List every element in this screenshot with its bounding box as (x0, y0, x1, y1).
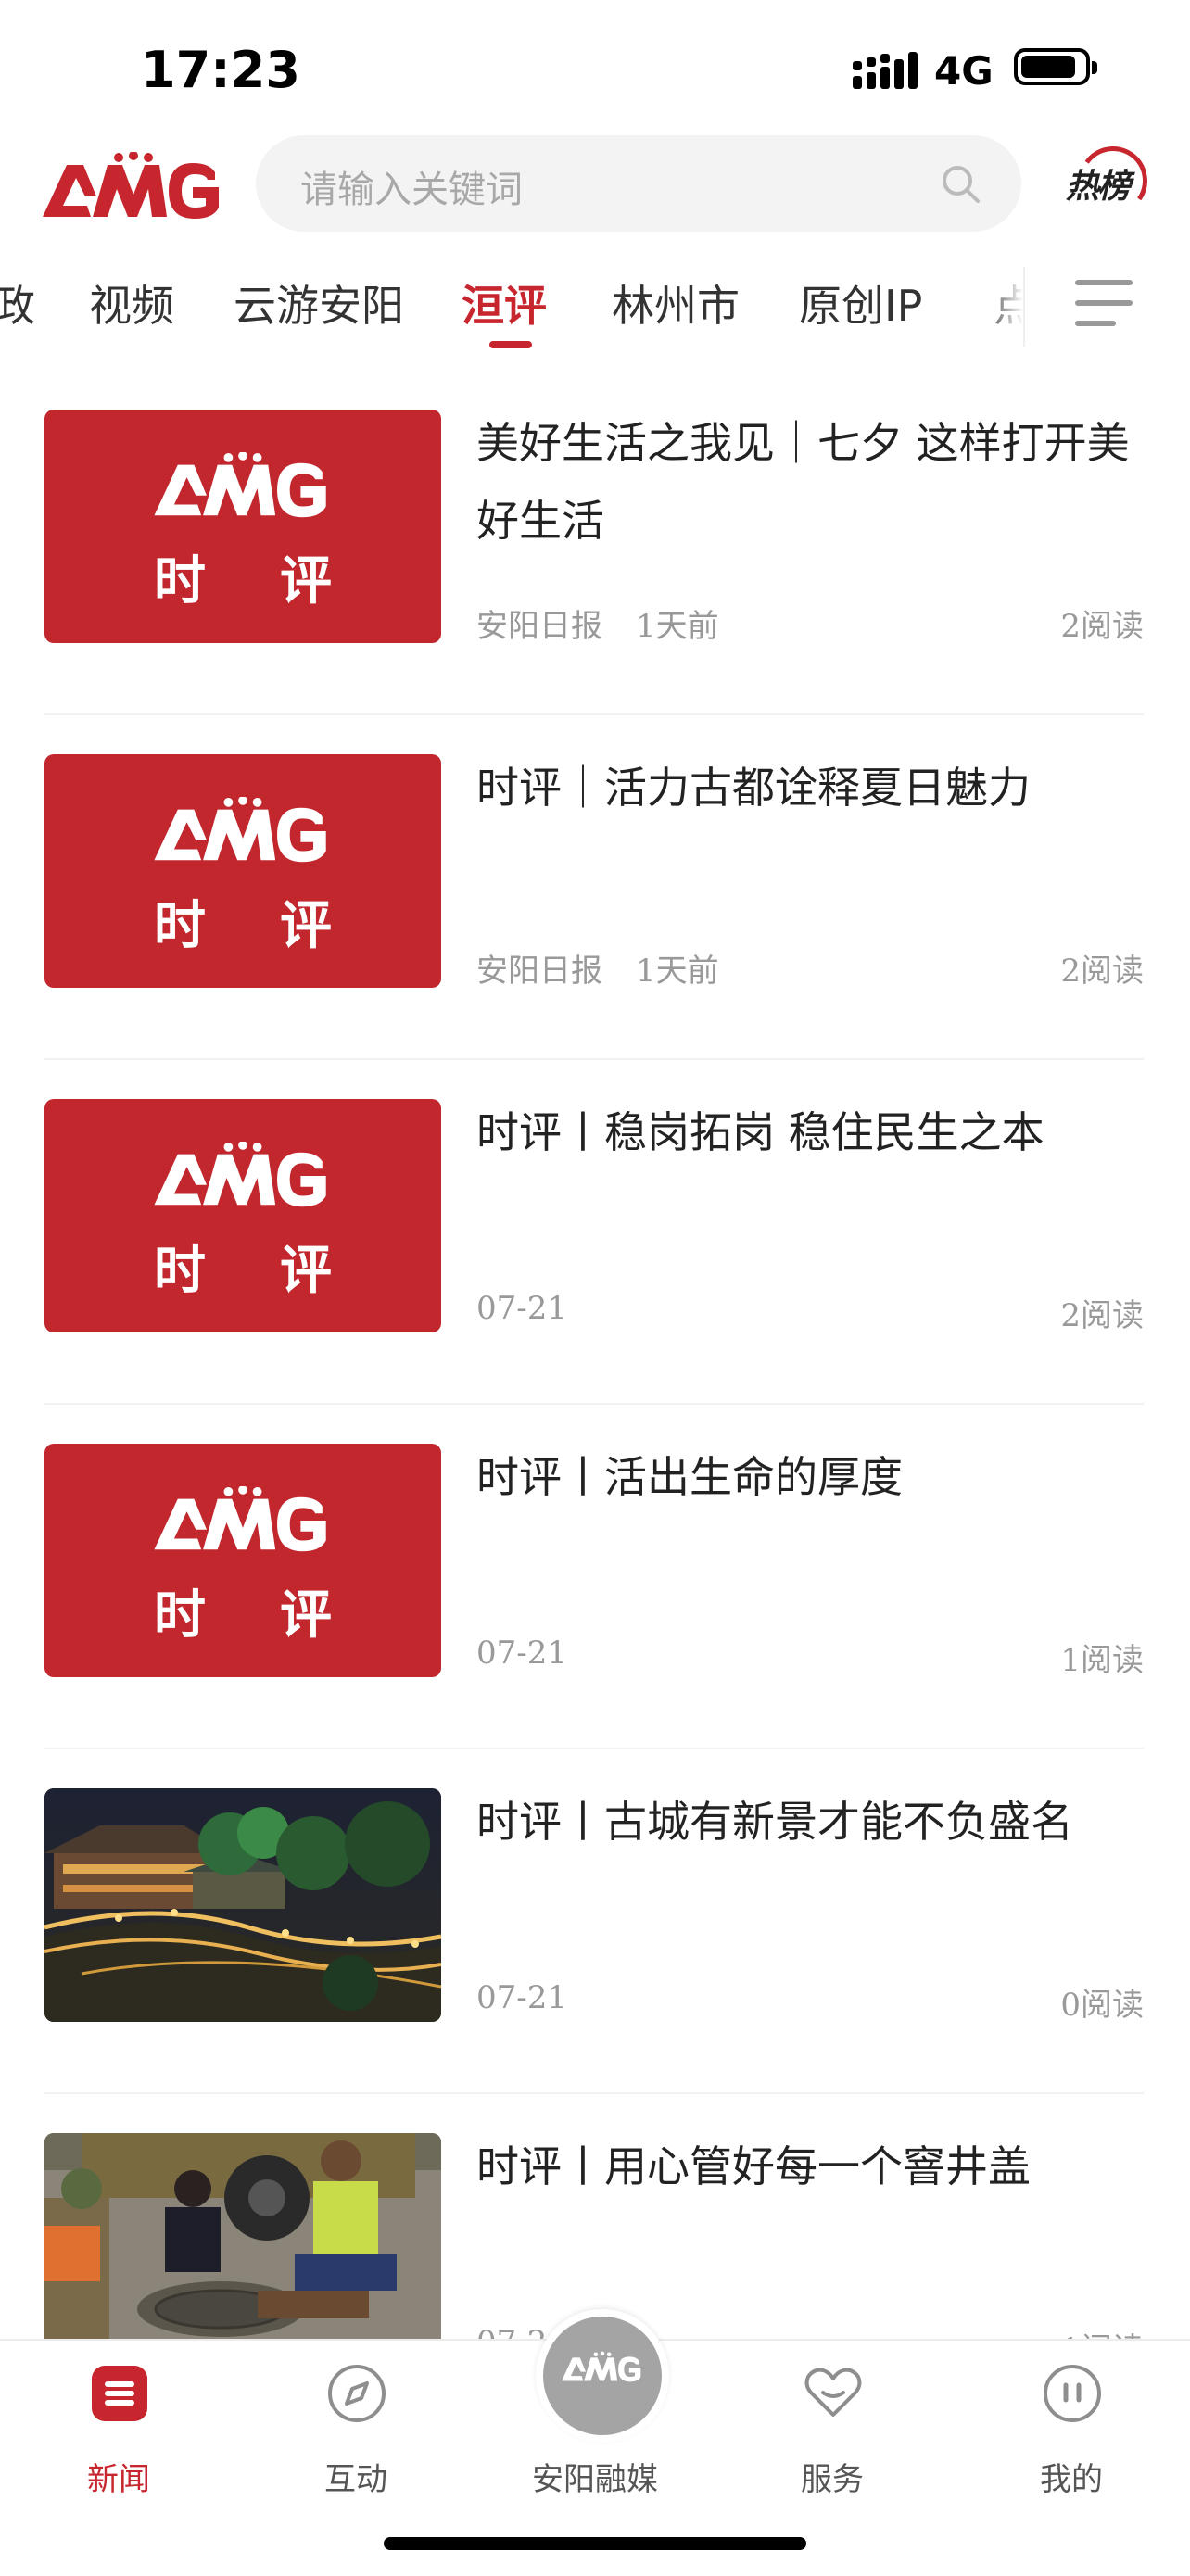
tab-original-ip[interactable]: 原创IP (799, 272, 922, 334)
tab-fade (982, 250, 1023, 371)
compass-icon (328, 2365, 386, 2422)
news-read-count: 0阅读 (1060, 1987, 1144, 2024)
tab-cloud-tour[interactable]: 云游安阳 (234, 272, 404, 334)
news-title[interactable]: 时评丨活出生命的厚度 (476, 1438, 1144, 1516)
news-meta: 07-21 (476, 1635, 567, 1672)
news-meta: 07-21 (476, 1290, 567, 1327)
news-source: 安阳日报 (476, 953, 602, 990)
hot-list-button[interactable]: 热榜 (1058, 141, 1153, 221)
news-time: 07-21 (476, 1290, 568, 1327)
workers-photo[interactable] (44, 2133, 441, 2367)
news-time: 1天前 (636, 608, 719, 645)
news-thumbnail[interactable]: 时评 (44, 754, 441, 988)
search-placeholder: 请输入关键词 (300, 169, 523, 211)
tab-divider (1023, 267, 1025, 347)
news-source: 安阳日报 (476, 608, 602, 645)
news-time: 07-21 (476, 1635, 568, 1672)
network-type: 4G (934, 48, 994, 94)
news-title[interactable]: 时评丨用心管好每一个窨井盖 (476, 2128, 1144, 2205)
news-item[interactable]: 时评 时评丨活出生命的厚度 07-21 1阅读 (44, 1405, 1144, 1749)
news-title[interactable]: 时评丨古城有新景才能不负盛名 (476, 1783, 1144, 1861)
amg-center-button[interactable] (536, 2309, 669, 2443)
nav-service[interactable]: 服务 (714, 2341, 951, 2517)
news-item[interactable]: 时评丨古城有新景才能不负盛名 07-21 0阅读 (44, 1749, 1144, 2094)
news-item[interactable]: 时评 时评丨稳岗拓岗 稳住民生之本 07-21 2阅读 (44, 1060, 1144, 1405)
thumbnail-caption: 时评 (154, 1585, 406, 1646)
heart-icon (804, 2368, 862, 2417)
news-read-count: 1阅读 (1060, 1642, 1144, 1679)
workers-image (44, 2133, 441, 2367)
amg-logo-icon (154, 1142, 326, 1207)
news-read-count: 2阅读 (1060, 608, 1144, 645)
news-title[interactable]: 时评｜活力古都诠释夏日魅力 (476, 749, 1144, 827)
search-bar[interactable]: 请输入关键词 (256, 135, 1021, 232)
amg-logo-icon (154, 452, 326, 518)
thumbnail-caption: 时评 (154, 896, 406, 956)
news-item[interactable]: 时评 时评｜活力古都诠释夏日魅力 安阳日报 1天前 2阅读 (44, 715, 1144, 1060)
tab-politics[interactable]: 政 (0, 272, 35, 334)
tab-huan-review[interactable]: 洹评 (462, 272, 547, 334)
amg-logo-icon (154, 797, 326, 863)
home-indicator[interactable] (384, 2537, 806, 2550)
news-read-count: 2阅读 (1060, 953, 1144, 990)
news-thumbnail[interactable]: 时评 (44, 410, 441, 643)
amg-logo[interactable] (43, 152, 224, 226)
cellular-signal-icon (853, 52, 918, 89)
nav-label: 服务 (801, 2461, 864, 2498)
status-time: 17:23 (141, 41, 300, 99)
hot-list-label: 热榜 (1066, 168, 1131, 206)
nav-label: 新闻 (87, 2461, 150, 2498)
amg-logo-icon (562, 2351, 641, 2382)
search-icon[interactable] (940, 163, 981, 204)
nav-profile[interactable]: 我的 (953, 2341, 1190, 2517)
profile-icon (1044, 2365, 1101, 2422)
channel-menu-icon[interactable] (1075, 276, 1133, 328)
status-bar: 17:23 4G (0, 0, 1190, 130)
battery-icon (1014, 48, 1097, 85)
category-tabs: 政 视频 云游安阳 洹评 林州市 原创IP 点 (0, 250, 1190, 371)
nav-label: 互动 (324, 2461, 387, 2498)
app-header: 请输入关键词 热榜 (0, 130, 1190, 250)
news-time: 07-21 (476, 1979, 568, 2016)
news-thumbnail[interactable]: 时评 (44, 1099, 441, 1332)
news-read-count: 2阅读 (1060, 1297, 1144, 1334)
news-meta: 安阳日报 1天前 (476, 945, 719, 991)
active-tab-indicator (489, 341, 532, 348)
news-icon (92, 2366, 147, 2421)
nav-label: 我的 (1040, 2461, 1103, 2498)
news-time: 1天前 (636, 953, 719, 990)
night-scene-photo[interactable] (44, 1788, 441, 2022)
news-meta: 安阳日报 1天前 (476, 600, 719, 646)
nav-label: 安阳融媒 (532, 2461, 658, 2498)
news-title[interactable]: 美好生活之我见｜七夕 这样打开美好生活 (476, 404, 1144, 560)
amg-logo-icon (154, 1486, 326, 1552)
thumbnail-caption: 时评 (154, 1241, 406, 1301)
nav-news[interactable]: 新闻 (0, 2341, 237, 2517)
news-meta: 07-21 (476, 1979, 567, 2016)
nav-interact[interactable]: 互动 (237, 2341, 475, 2517)
thumbnail-caption: 时评 (154, 551, 406, 612)
tab-video[interactable]: 视频 (89, 272, 174, 334)
tab-linzhou[interactable]: 林州市 (612, 272, 740, 334)
news-item[interactable]: 时评 美好生活之我见｜七夕 这样打开美好生活 安阳日报 1天前 2阅读 (44, 371, 1144, 715)
news-title[interactable]: 时评丨稳岗拓岗 稳住民生之本 (476, 1093, 1144, 1171)
night-scene-image (44, 1788, 441, 2022)
tab-strip[interactable]: 政 视频 云游安阳 洹评 林州市 原创IP 点 (0, 250, 1023, 371)
news-thumbnail[interactable]: 时评 (44, 1444, 441, 1677)
